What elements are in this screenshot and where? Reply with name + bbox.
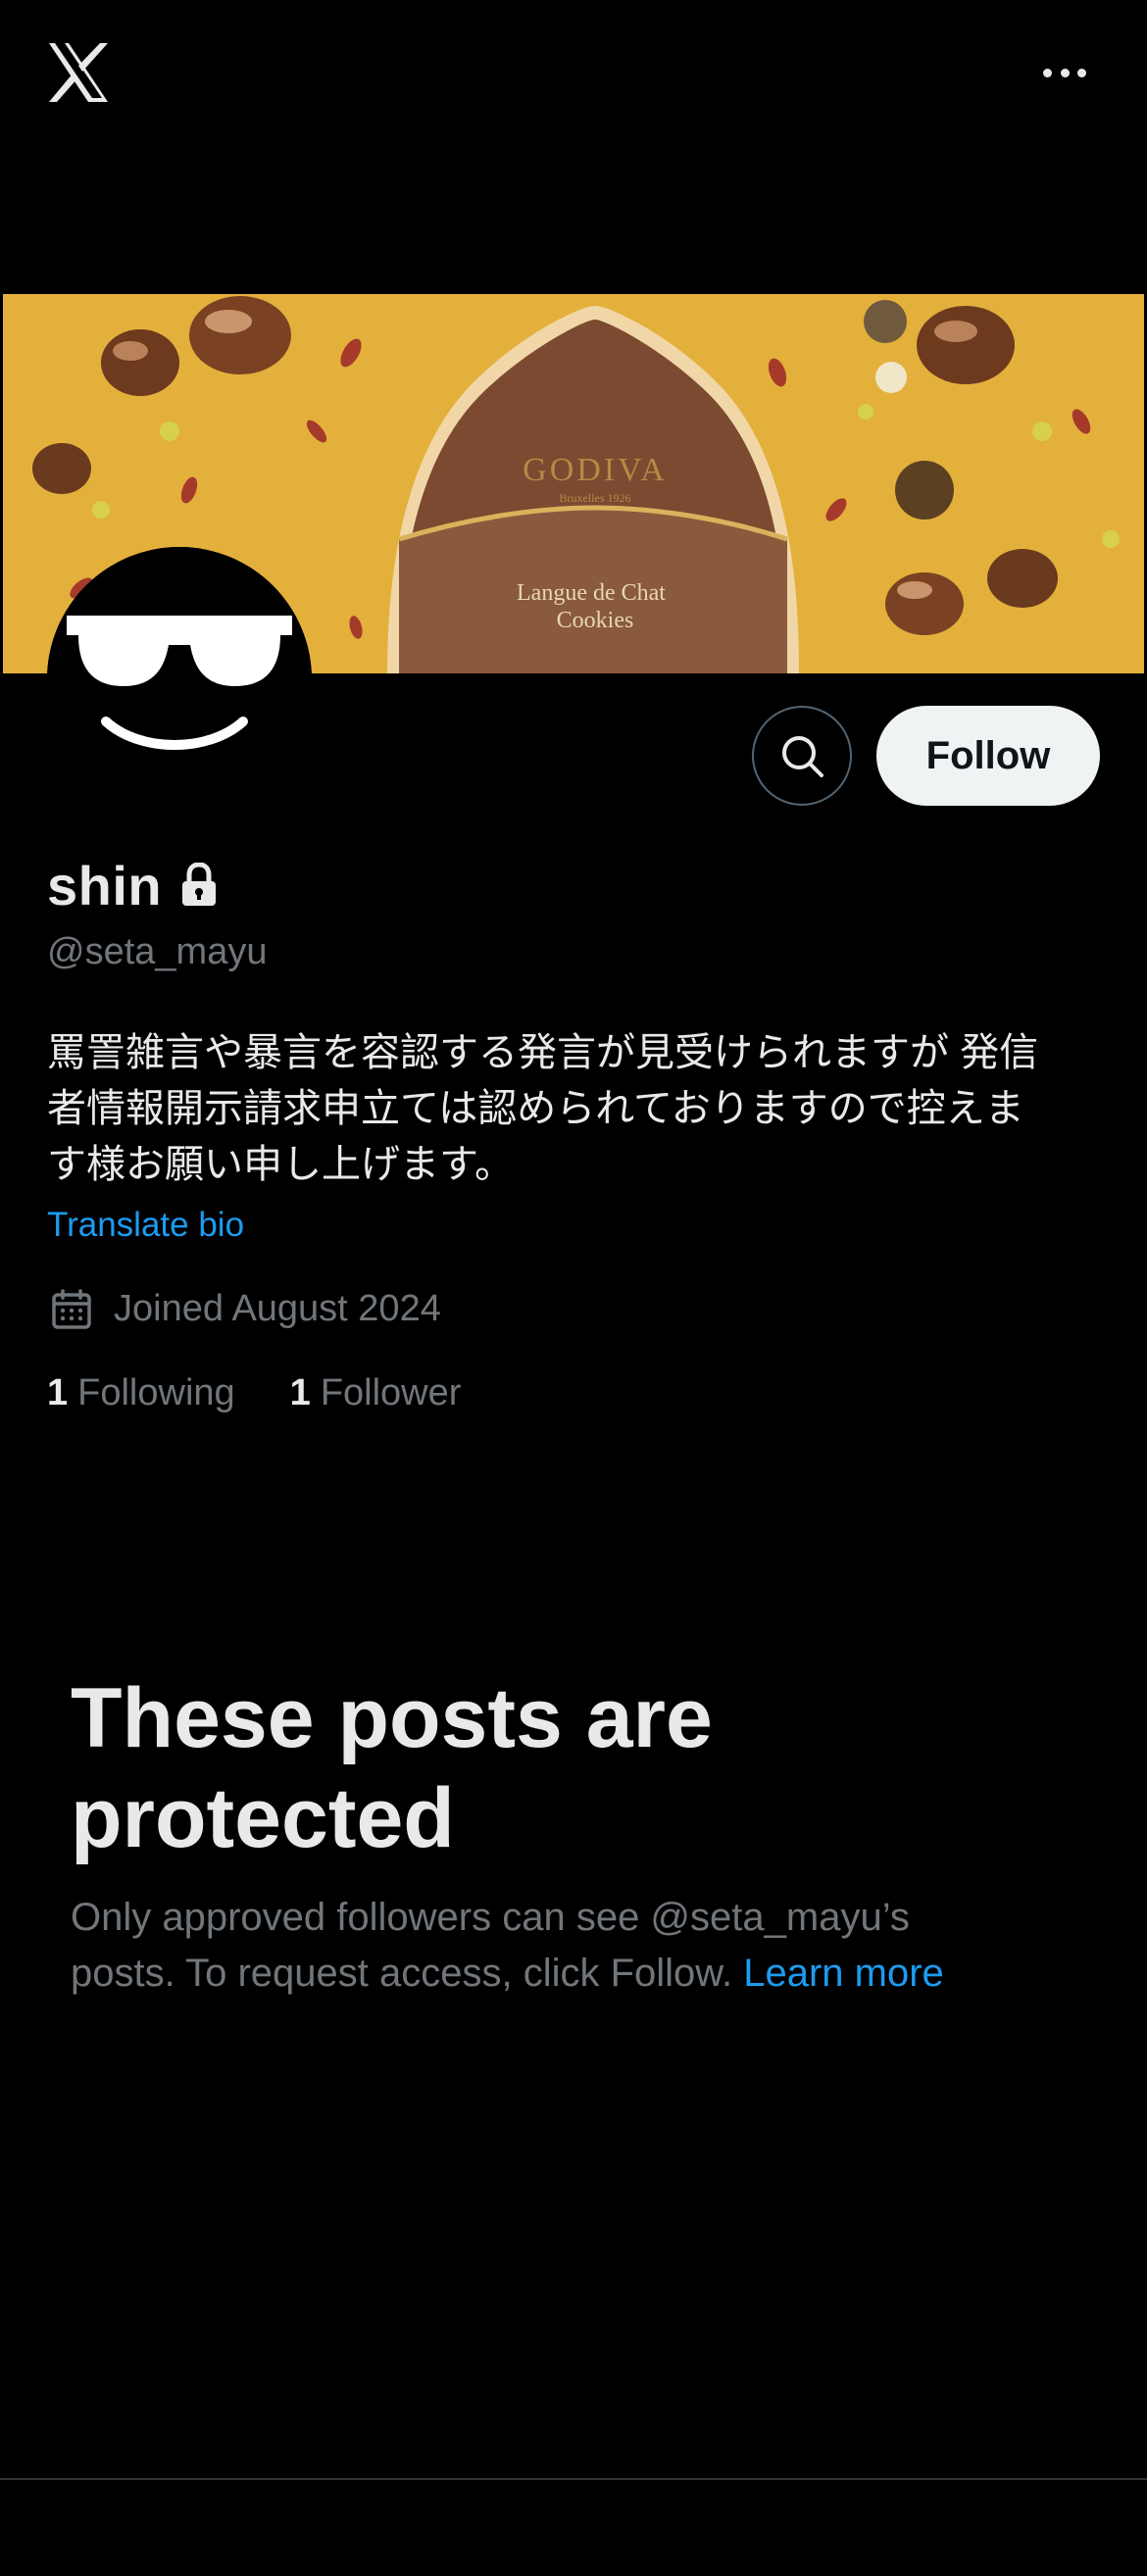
search-icon — [782, 736, 823, 777]
followers-stat[interactable]: 1 Follower — [290, 1372, 462, 1414]
svg-text:Bruxelles 1926: Bruxelles 1926 — [560, 491, 631, 505]
learn-more-link[interactable]: Learn more — [743, 1952, 944, 1995]
followers-count: 1 — [289, 1372, 311, 1413]
protected-title-line: These posts are — [71, 1671, 713, 1765]
search-button[interactable] — [752, 706, 852, 806]
svg-text:Langue de Chat: Langue de Chat — [517, 580, 666, 606]
lock-icon — [179, 862, 219, 908]
protected-text-line: posts. To request access, click Follow. — [71, 1952, 733, 1995]
following-count: 1 — [47, 1372, 69, 1413]
joined-text: Joined August 2024 — [114, 1288, 441, 1329]
svg-text:GODIVA: GODIVA — [523, 452, 668, 488]
followers-label: Follower — [320, 1372, 462, 1413]
handle: @seta_mayu — [47, 931, 268, 972]
joined-date: Joined August 2024 — [51, 1288, 441, 1330]
following-stat[interactable]: 1 Following — [47, 1372, 235, 1414]
protected-text-line: Only approved followers can see @seta_ma… — [71, 1896, 910, 1939]
top-bar — [0, 0, 1147, 147]
bottom-divider — [0, 2478, 1147, 2480]
more-dot — [1043, 68, 1052, 77]
more-dot — [1060, 68, 1070, 77]
bio-line: す様お願い申し上げます。 — [47, 1143, 514, 1186]
protected-title: These posts are protected — [71, 1668, 1051, 1868]
avatar[interactable] — [47, 547, 312, 812]
bio-line: 者情報開示請求申立ては認められておりますので控えま — [47, 1087, 1024, 1130]
more-dot — [1077, 68, 1086, 77]
calendar-icon — [52, 1288, 91, 1329]
follow-stats: 1 Following 1 Follower — [47, 1372, 461, 1414]
bio: 罵詈雑言や暴言を容認する発言が見受けられますが 発信 者情報開示請求申立ては認め… — [47, 1025, 1106, 1193]
more-options-icon[interactable] — [1037, 53, 1092, 92]
following-label: Following — [77, 1372, 235, 1413]
protected-description: Only approved followers can see @seta_ma… — [71, 1890, 1071, 2002]
translate-bio-link[interactable]: Translate bio — [47, 1206, 244, 1245]
follow-button[interactable]: Follow — [876, 706, 1100, 806]
protected-title-line: protected — [71, 1771, 455, 1865]
x-logo-icon[interactable] — [45, 39, 112, 106]
protected-text-line-2: posts. To request access, click Follow. … — [71, 1946, 1071, 2002]
profile-name-row: shin — [47, 855, 219, 916]
svg-text:Cookies: Cookies — [557, 608, 634, 633]
display-name: shin — [47, 854, 163, 916]
bio-line: 罵詈雑言や暴言を容認する発言が見受けられますが 発信 — [47, 1031, 1039, 1074]
